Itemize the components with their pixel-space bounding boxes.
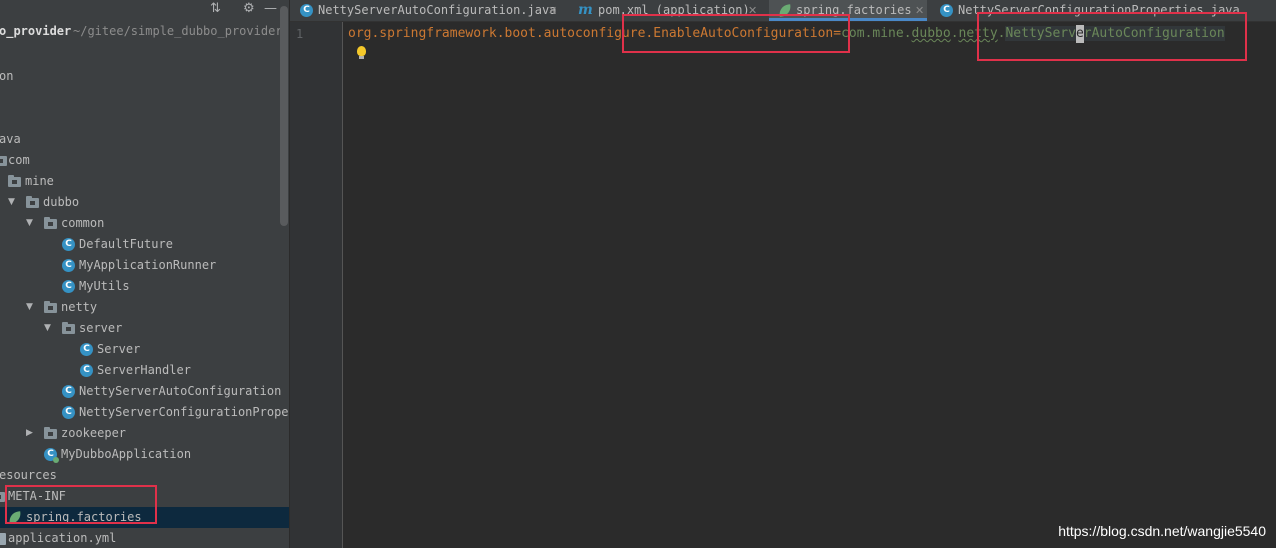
tree-item-label: MyApplicationRunner [79,258,217,272]
tree-item-label: ava [0,132,21,146]
tree-item-label: ServerHandler [97,363,191,377]
yaml-file-icon [0,533,6,545]
collapse-icon[interactable]: ⇅ [210,1,221,16]
class-icon: C [80,343,93,356]
annotation-box-key [622,14,850,53]
property-value-dot: . [950,26,959,41]
gear-icon[interactable]: ⚙ [243,1,255,16]
tree-item-label: mine [25,174,54,188]
maven-icon: m [578,2,593,18]
tree-item-nettyserverconfigurationproperties[interactable]: C NettyServerConfigurationProper [0,402,289,423]
annotation-box-file [5,485,157,524]
class-icon: C [62,280,75,293]
tree-item-myutils[interactable]: C MyUtils [0,276,289,297]
package-icon [26,196,39,208]
tree-item-nettyserverautoconfiguration[interactable]: C NettyServerAutoConfiguration [0,381,289,402]
tree-item-java[interactable]: ava [0,129,289,150]
tree-item-myapplicationrunner[interactable]: C MyApplicationRunner [0,255,289,276]
tree-item-serverhandler[interactable]: C ServerHandler [0,360,289,381]
tree-item-mine[interactable]: mine [0,171,289,192]
tree-item-dubbo[interactable]: ▼ dubbo [0,192,289,213]
tree-item-label: com [8,153,30,167]
chevron-down-icon[interactable]: ▼ [44,318,51,339]
project-root-path: ~/gitee/simple_dubbo_provider [73,24,283,38]
tree-item-label: application.yml [8,531,117,545]
tree-item-module[interactable]: on [0,66,289,87]
property-key-prefix: org.springframework.boot.autoconfigure. [348,26,654,41]
chevron-down-icon[interactable]: ▼ [26,297,33,318]
tree-item-label: on [0,69,14,83]
tree-item-server-package[interactable]: ▼ server [0,318,289,339]
tree-item-com[interactable]: com [0,150,289,171]
package-icon [44,301,57,313]
package-icon [62,322,75,334]
tree-item-label: Server [97,342,141,356]
tree-item-label: zookeeper [61,426,127,440]
project-panel-scrollbar[interactable] [280,6,288,226]
tree-item-defaultfuture[interactable]: C DefaultFuture [0,234,289,255]
class-icon: C [62,406,75,419]
project-panel: ⇅ ⚙ — o_provider ~/gitee/simple_dubbo_pr… [0,0,289,548]
package-icon [0,156,7,166]
tab-nettyserverautoconfiguration[interactable]: C NettyServerAutoConfiguration.java ✕ [290,0,557,21]
annotation-box-value [977,12,1247,61]
tab-label: NettyServerAutoConfiguration.java [318,3,557,17]
tree-item-mydubboapplication[interactable]: C MyDubboApplication [0,444,289,465]
tree-item-server[interactable]: C Server [0,339,289,360]
package-icon [8,175,21,187]
tree-item-resources[interactable]: esources [0,465,289,486]
class-icon: C [62,259,75,272]
class-icon: C [300,4,313,17]
lightbulb-icon[interactable] [357,46,366,59]
tree-item-label: MyUtils [79,279,130,293]
tree-item-label: NettyServerAutoConfiguration [79,384,282,398]
package-icon [44,427,57,439]
tree-item-label: server [79,321,123,335]
tree-item-label: common [61,216,105,230]
tree-item-label: dubbo [43,195,80,209]
tree-item-zookeeper[interactable]: ▶ zookeeper [0,423,289,444]
class-icon: C [80,364,93,377]
tree-item-label: DefaultFuture [79,237,173,251]
class-icon: C [62,385,75,398]
tree-item-common[interactable]: ▼ common [0,213,289,234]
project-panel-header: ⇅ ⚙ — [0,0,289,20]
chevron-right-icon[interactable]: ▶ [26,423,33,444]
line-number: 1 [296,27,304,41]
chevron-down-icon[interactable]: ▼ [8,192,15,213]
spring-boot-class-icon: C [44,448,59,463]
tree-item-label: NettyServerConfigurationProper [79,405,289,419]
package-icon [44,217,57,229]
tree-item-application-yml[interactable]: application.yml [0,528,289,548]
tree-item-label: netty [61,300,98,314]
property-value-package: com.mine. [841,26,912,41]
property-value-dubbo: dubbo [911,26,951,41]
hide-panel-icon[interactable]: — [264,1,277,16]
tree-item-netty[interactable]: ▼ netty [0,297,289,318]
tree-item-label: esources [0,468,57,482]
class-icon: C [940,4,953,17]
code-editor[interactable]: org.springframework.boot.autoconfigure.E… [343,22,1276,548]
watermark: https://blog.csdn.net/wangjie5540 [1058,523,1266,539]
close-icon[interactable]: ✕ [548,0,557,21]
chevron-down-icon[interactable]: ▼ [26,213,33,234]
class-icon: C [62,238,75,251]
project-root-name: o_provider [0,24,72,38]
editor-gutter: 1 [290,22,343,548]
close-icon[interactable]: ✕ [915,0,924,21]
tree-item-label: MyDubboApplication [61,447,192,461]
